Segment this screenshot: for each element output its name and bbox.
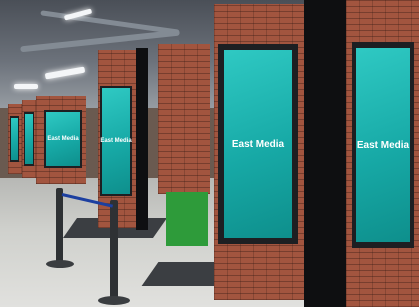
stanchion-post	[56, 188, 63, 266]
billboard-screen-far-left-2	[25, 114, 33, 164]
billboard-screen-center-left: East Media	[100, 88, 132, 194]
green-kiosk	[166, 192, 208, 246]
pillar-edge	[136, 48, 148, 230]
billboard-screen-far-left-1	[11, 118, 18, 160]
pillar-edge	[304, 0, 346, 307]
ceiling-light	[14, 84, 38, 89]
stanchion-base	[98, 296, 130, 305]
stanchion-post	[110, 200, 118, 304]
billboard-screen-left-mid: East Media	[46, 112, 80, 166]
billboard-screen-front-center: East Media	[224, 50, 292, 238]
stanchion-base	[46, 260, 74, 268]
brick-pillar	[158, 44, 210, 194]
photo-scene: East Media East Media East Media East Me…	[0, 0, 419, 307]
billboard-screen-front-right: East Media	[356, 48, 410, 242]
